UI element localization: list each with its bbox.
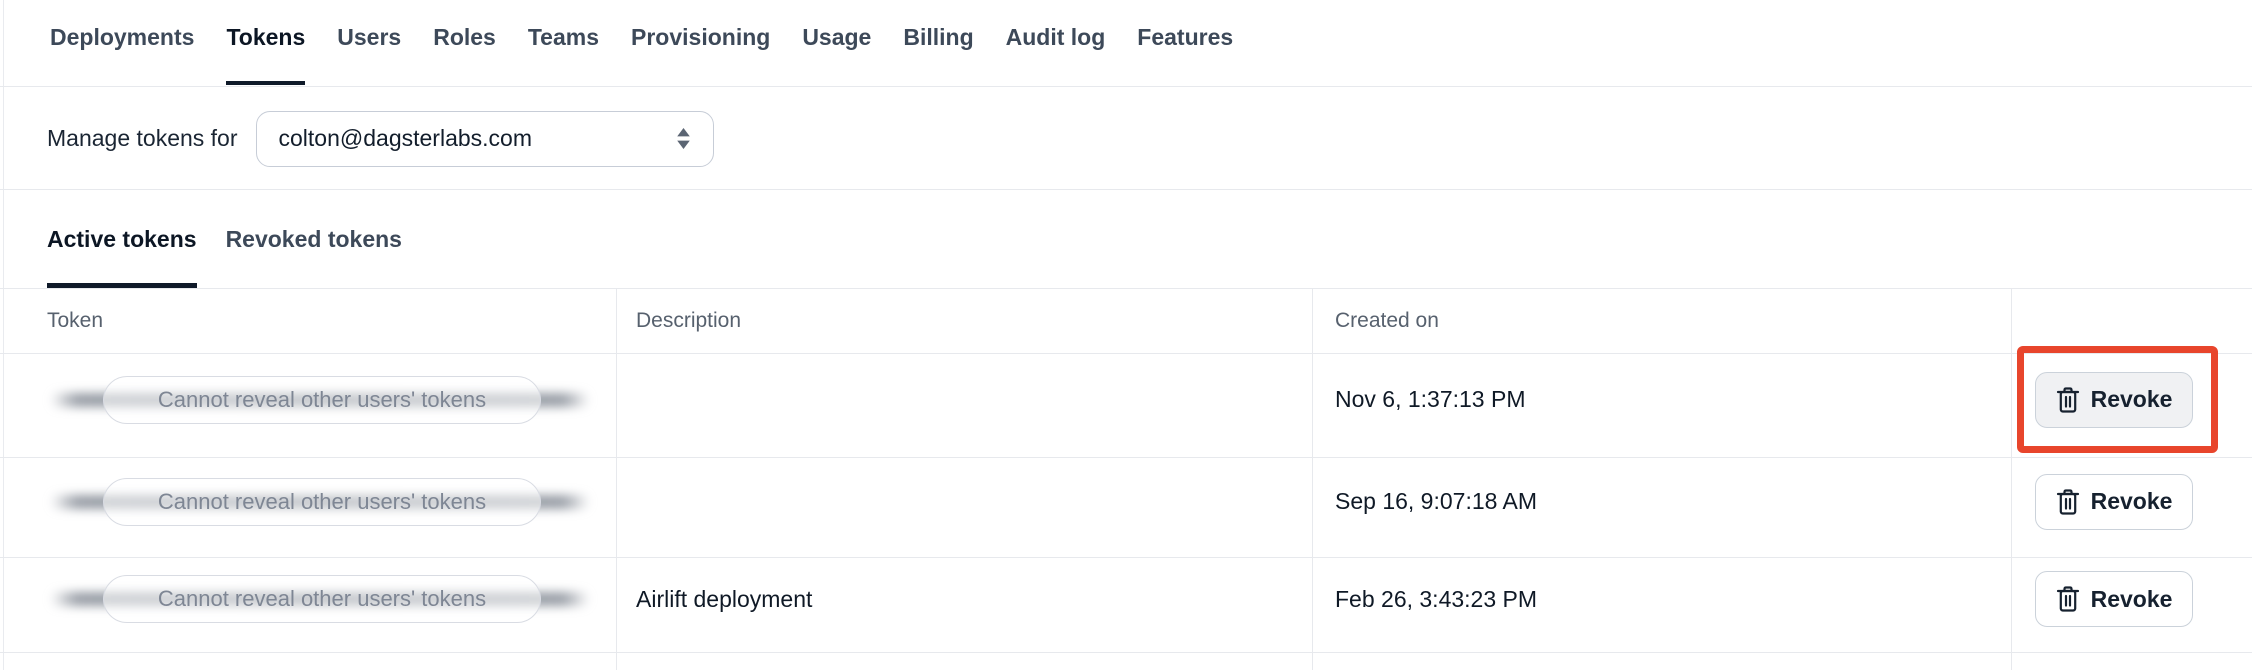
column-header-token: Token xyxy=(0,289,617,353)
description-cell xyxy=(617,458,1313,557)
tab-usage[interactable]: Usage xyxy=(802,0,871,75)
revoke-button[interactable]: Revoke xyxy=(2035,371,2193,428)
revoke-button[interactable]: Revoke xyxy=(2035,571,2193,627)
active-tokens-table: Token Description Created on Cannot reve… xyxy=(0,288,2252,670)
redacted-token-pill: Cannot reveal other users' tokens xyxy=(103,375,541,424)
tab-users[interactable]: Users xyxy=(337,0,401,75)
description-cell: Airlift deployment xyxy=(617,558,1313,652)
redacted-token: Cannot reveal other users' tokens xyxy=(50,571,590,627)
tab-billing[interactable]: Billing xyxy=(903,0,973,75)
table-header-row: Token Description Created on xyxy=(0,289,2252,354)
redacted-token: Cannot reveal other users' tokens xyxy=(50,474,590,530)
table-row: Cannot reveal other users' tokens Nov 6,… xyxy=(0,354,2252,458)
manage-tokens-label: Manage tokens for xyxy=(47,125,238,151)
sort-arrows-icon xyxy=(676,128,690,149)
table-row: Cannot reveal other users' tokens Airlif… xyxy=(0,558,2252,653)
redacted-token-pill: Cannot reveal other users' tokens xyxy=(103,477,541,526)
user-select-value: colton@dagsterlabs.com xyxy=(278,125,532,151)
tokens-settings-page: Deployments Tokens Users Roles Teams Pro… xyxy=(0,0,2252,670)
user-select[interactable]: colton@dagsterlabs.com xyxy=(255,110,714,167)
column-header-description: Description xyxy=(617,289,1313,353)
trash-icon xyxy=(2056,386,2079,413)
column-header-actions xyxy=(2012,289,2252,353)
tab-features[interactable]: Features xyxy=(1137,0,1233,75)
trash-icon xyxy=(2056,488,2079,515)
created-on-cell: Sep 16, 9:07:18 AM xyxy=(1313,458,2012,557)
redacted-token-pill: Cannot reveal other users' tokens xyxy=(103,575,541,623)
tab-tokens[interactable]: Tokens xyxy=(226,0,306,85)
token-status-tab-bar: Active tokens Revoked tokens xyxy=(0,191,2252,288)
created-on-cell: Feb 26, 3:43:23 PM xyxy=(1313,558,2012,652)
tab-teams[interactable]: Teams xyxy=(528,0,599,75)
redacted-token: Cannot reveal other users' tokens xyxy=(50,372,590,428)
tab-provisioning[interactable]: Provisioning xyxy=(631,0,770,75)
table-row-partial xyxy=(0,653,2252,670)
tab-revoked-tokens[interactable]: Revoked tokens xyxy=(226,191,402,288)
manage-tokens-section: Manage tokens for colton@dagsterlabs.com xyxy=(0,88,2252,190)
tab-active-tokens[interactable]: Active tokens xyxy=(47,191,197,288)
table-row: Cannot reveal other users' tokens Sep 16… xyxy=(0,458,2252,558)
revoke-button[interactable]: Revoke xyxy=(2035,473,2193,530)
settings-tab-bar: Deployments Tokens Users Roles Teams Pro… xyxy=(0,0,2252,87)
tab-audit-log[interactable]: Audit log xyxy=(1006,0,1106,75)
tab-deployments[interactable]: Deployments xyxy=(50,0,194,75)
tab-roles[interactable]: Roles xyxy=(433,0,496,75)
column-header-created-on: Created on xyxy=(1313,289,2012,353)
trash-icon xyxy=(2056,586,2079,612)
created-on-cell: Nov 6, 1:37:13 PM xyxy=(1313,354,2012,457)
active-tab-underline xyxy=(226,80,306,85)
description-cell xyxy=(617,354,1313,457)
